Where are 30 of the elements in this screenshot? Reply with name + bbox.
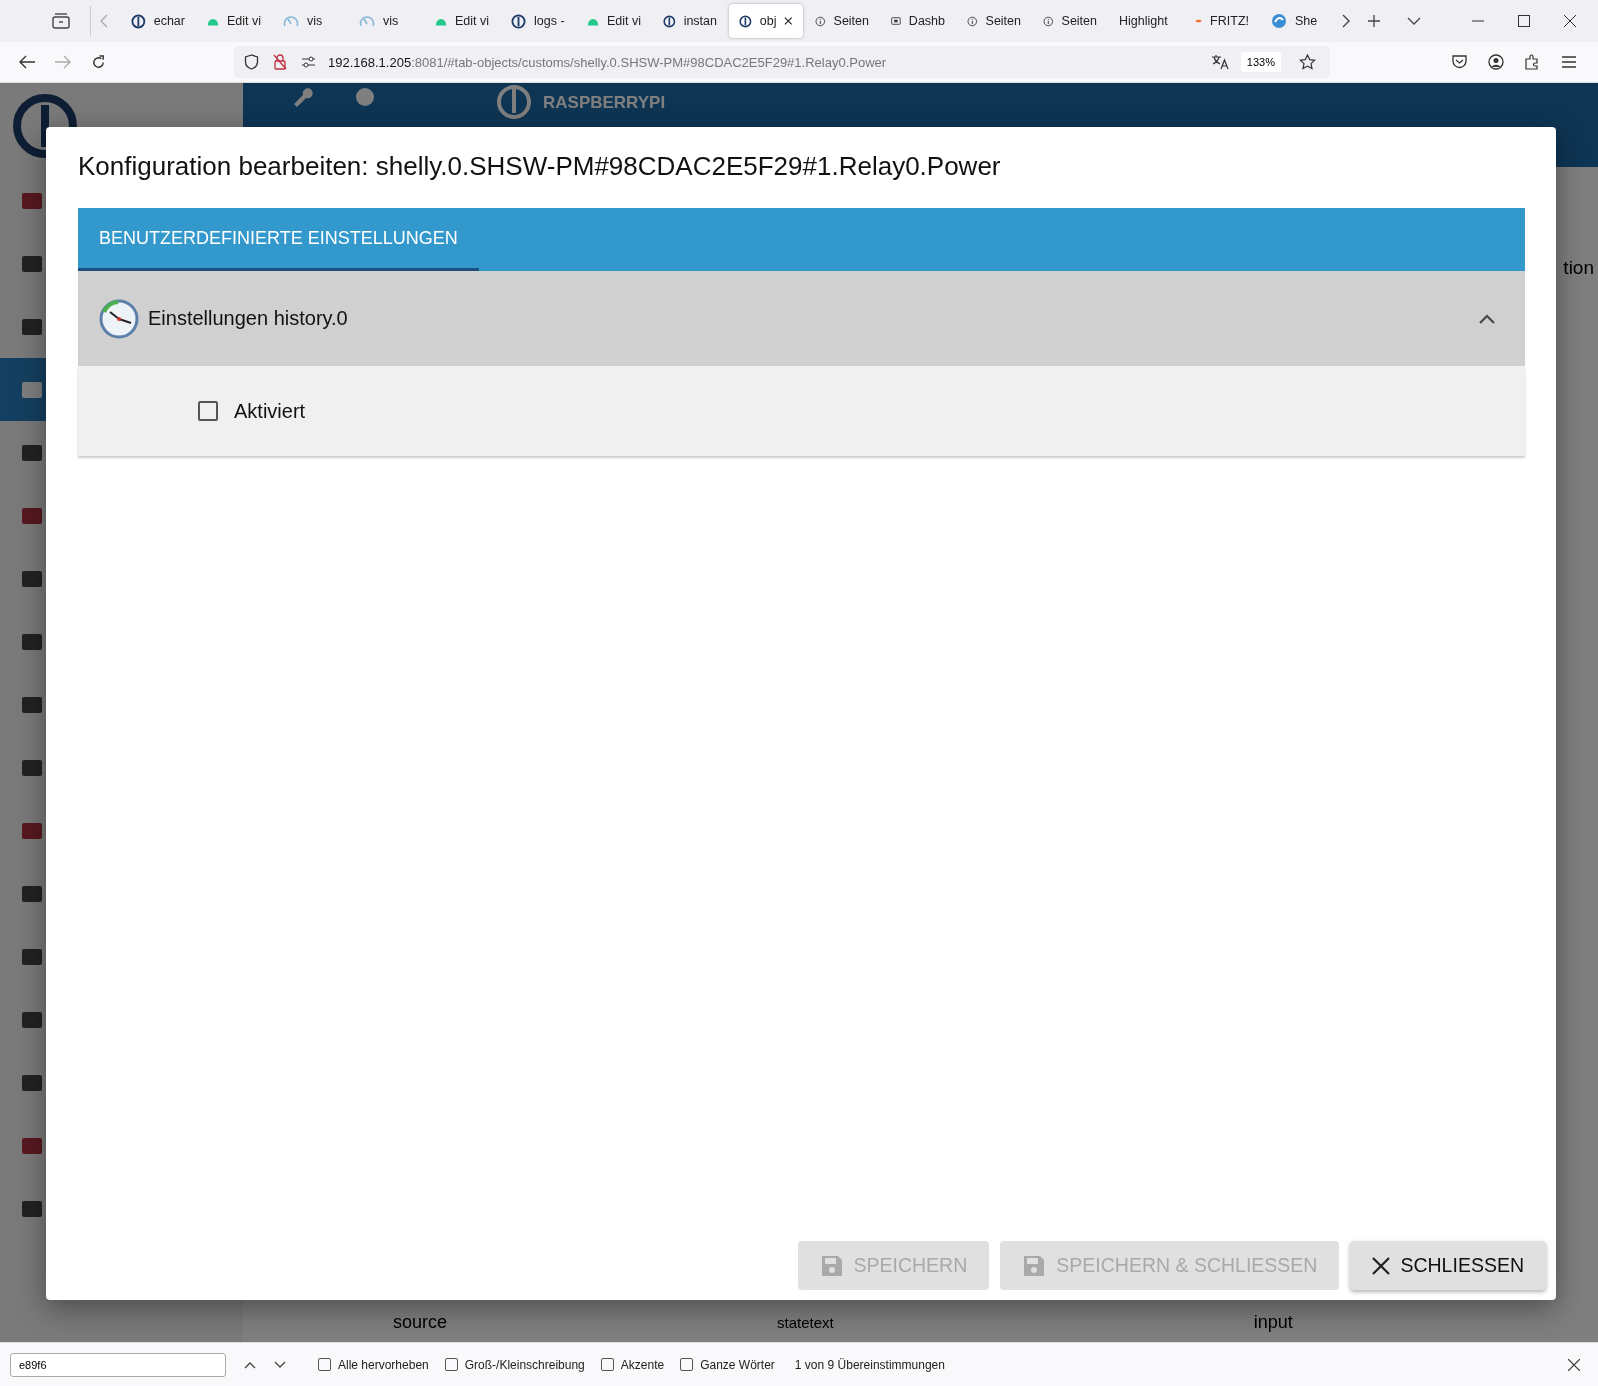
- option-label: Akzente: [620, 1357, 665, 1372]
- option-label: Ganze Wörter: [700, 1357, 775, 1372]
- column-header: tion: [1563, 257, 1594, 279]
- tab-title: echar: [153, 14, 185, 28]
- table-cell: source: [393, 1311, 448, 1333]
- option-label: Groß-/Kleinschreibung: [464, 1357, 585, 1372]
- checkbox-label: Aktiviert: [234, 399, 306, 423]
- section-title: Einstellungen history.0: [148, 307, 348, 330]
- tab-title: Edit vi: [454, 14, 489, 28]
- table-cell: statetext: [777, 1313, 834, 1331]
- tab-title: Seiten: [833, 14, 869, 28]
- match-count: 1 von 9 Übereinstimmungen: [794, 1357, 945, 1372]
- url-text: 192.168.1.205:8081/#tab-objects/customs/shelly.0.SHSW-PM#98CDAC2E5F29#1.Relay0.Power: [328, 54, 887, 70]
- tab-title: obj: [759, 14, 777, 28]
- dialog-title: Konfiguration bearbeiten: shelly.0.SHSW-PM#98CDAC2E5F29#1.Relay0.Power: [78, 150, 1002, 183]
- tab-title: Highlight: [1119, 14, 1168, 28]
- tab-title: vis: [383, 14, 399, 28]
- tab-title: FRITZ!: [1210, 14, 1249, 28]
- host-title: RASPBERRYPI: [543, 93, 666, 113]
- tab-title: vis: [307, 14, 323, 28]
- tab-title: Dashb: [908, 14, 945, 28]
- tab-title: instan: [683, 14, 717, 28]
- tab-title: Edit vi: [226, 14, 261, 28]
- tab-title: logs -: [534, 14, 565, 28]
- tab-title: Edit vi: [606, 14, 641, 28]
- table-cell: input: [1253, 1311, 1293, 1333]
- tab-title: She: [1295, 14, 1318, 28]
- tab-title: Seiten: [985, 14, 1021, 28]
- tab-title: Seiten: [1061, 14, 1097, 28]
- option-label: Alle hervorheben: [338, 1357, 429, 1372]
